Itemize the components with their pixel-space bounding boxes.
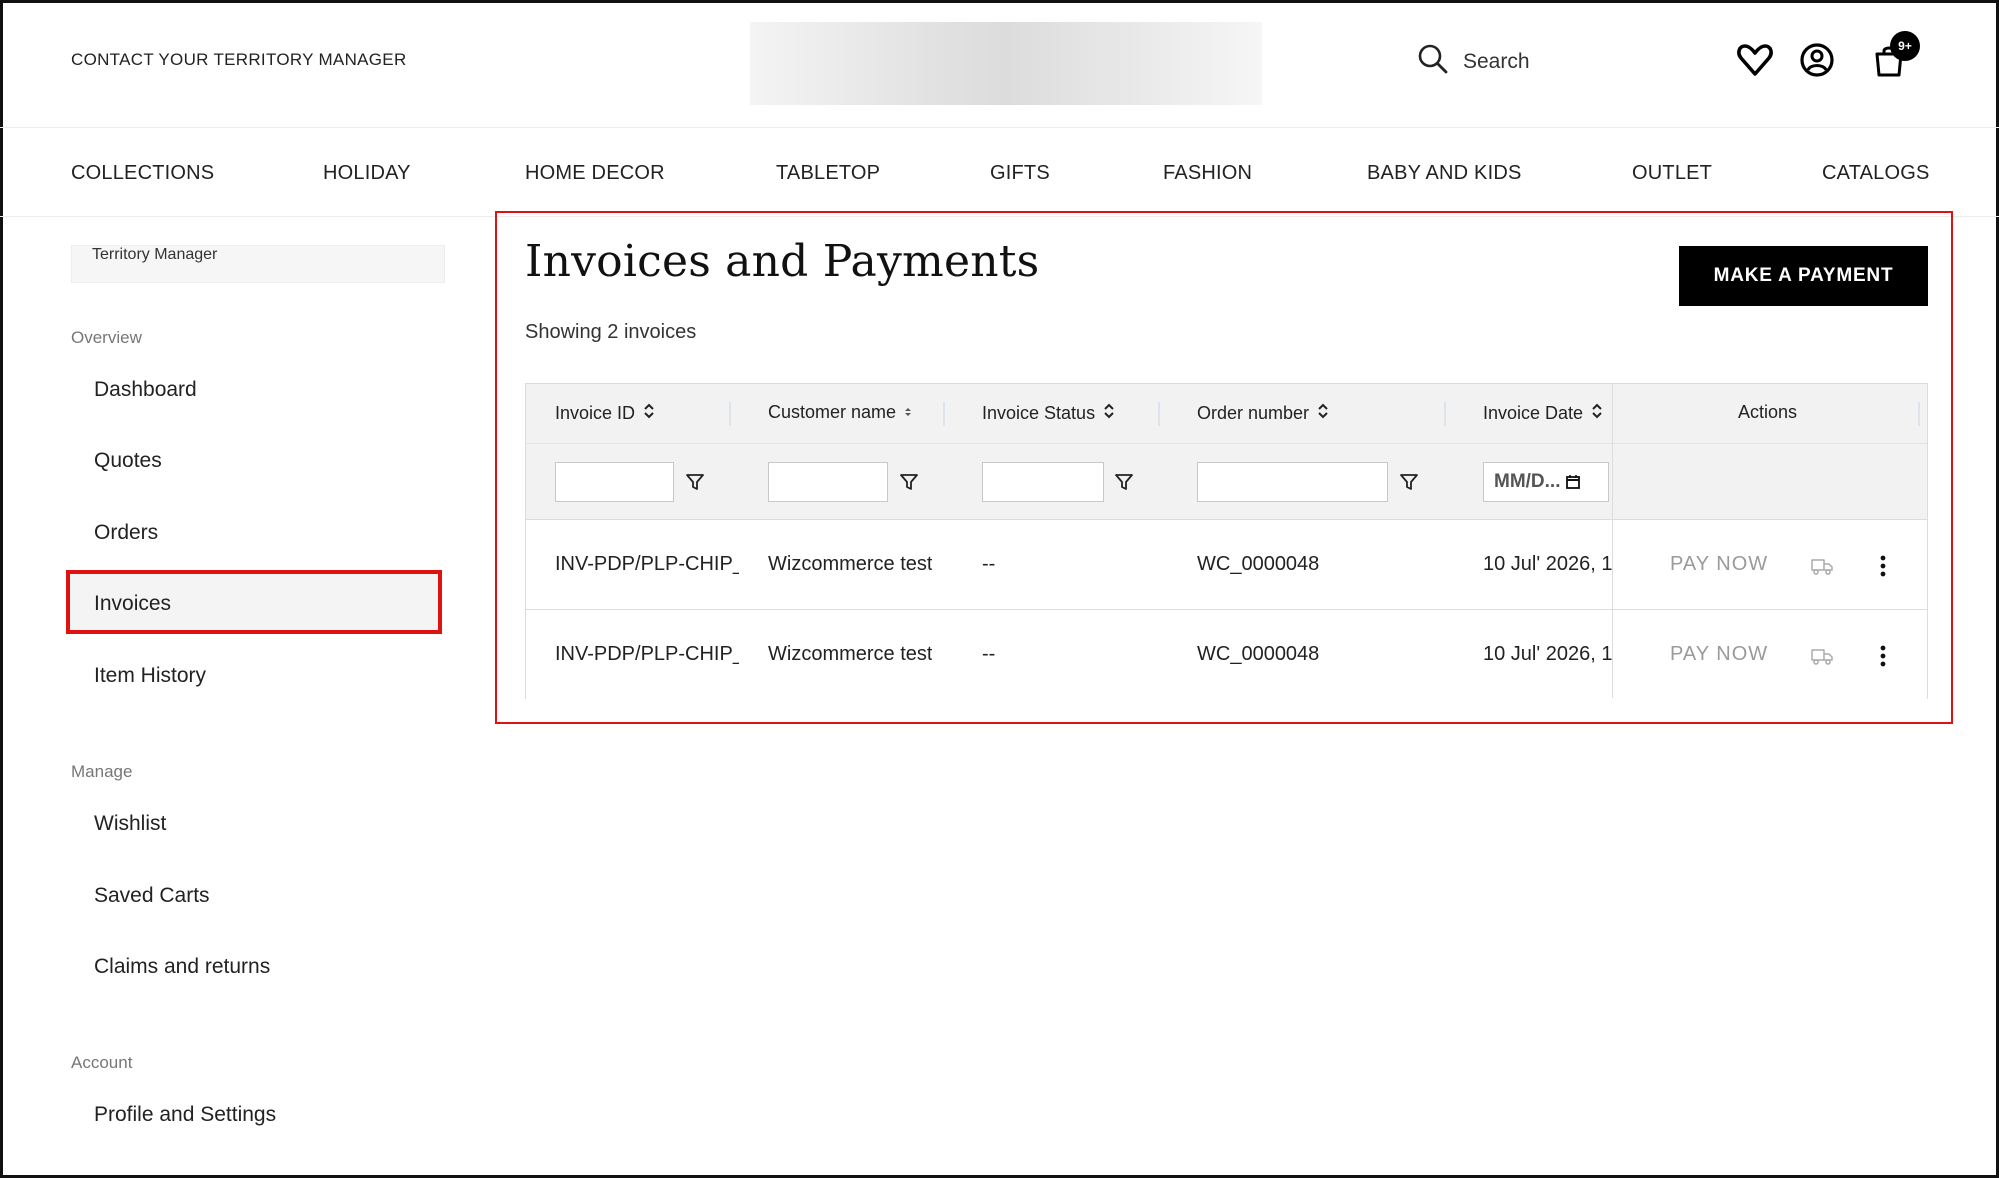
date-placeholder: MM/D... <box>1494 471 1561 492</box>
nav-baby-and-kids[interactable]: BABY AND KIDS <box>1367 162 1522 185</box>
nav-outlet[interactable]: OUTLET <box>1632 162 1712 185</box>
column-label: Invoice Date <box>1483 403 1584 423</box>
invoice-status-filter-input[interactable] <box>982 462 1104 502</box>
filter-icon[interactable] <box>1399 472 1419 492</box>
column-label: Invoice Status <box>982 403 1096 423</box>
column-label: Invoice ID <box>555 403 636 423</box>
column-divider <box>1444 402 1446 426</box>
order-number-filter-input[interactable] <box>1197 462 1388 502</box>
page-title: Invoices and Payments <box>525 236 1040 287</box>
order-number-cell[interactable]: WC_0000048 <box>1197 553 1319 576</box>
sidebar-section-overview: Overview <box>71 328 142 347</box>
column-divider <box>943 402 945 426</box>
search-button[interactable]: Search <box>1417 43 1530 80</box>
nav-gifts[interactable]: GIFTS <box>990 162 1050 185</box>
invoice-id-cell[interactable]: INV-PDP/PLP-CHIP_ <box>555 643 739 666</box>
invoices-table: Invoice ID Customer name Invoice Status … <box>525 383 1928 700</box>
sort-icon <box>1591 402 1603 425</box>
customer-name-cell: Wizcommerce test <box>768 643 933 665</box>
nav-home-decor[interactable]: HOME DECOR <box>525 162 665 185</box>
top-header: CONTACT YOUR TERRITORY MANAGER Search 9+ <box>0 0 1999 128</box>
make-payment-button[interactable]: MAKE A PAYMENT <box>1679 246 1928 306</box>
column-header-invoice-status[interactable]: Invoice Status <box>982 402 1115 425</box>
sort-icon <box>643 402 655 425</box>
territory-manager-card: Territory Manager <box>71 245 445 283</box>
invoice-id-cell[interactable]: INV-PDP/PLP-CHIP_ <box>555 553 739 576</box>
sidebar-item-item-history[interactable]: Item History <box>94 664 206 688</box>
invoice-date-cell: 10 Jul' 2026, 12 <box>1483 553 1612 575</box>
invoice-date-filter-input[interactable]: MM/D... <box>1483 462 1609 502</box>
actions-column-divider <box>1612 384 1927 698</box>
invoice-date-cell: 10 Jul' 2026, 12 <box>1483 643 1612 665</box>
invoice-status-cell: -- <box>982 553 996 575</box>
invoice-count-text: Showing 2 invoices <box>525 321 697 343</box>
sidebar-item-orders[interactable]: Orders <box>94 521 158 545</box>
sidebar-item-claims-and-returns[interactable]: Claims and returns <box>94 955 270 979</box>
customer-name-filter-input[interactable] <box>768 462 888 502</box>
filter-icon[interactable] <box>899 472 919 492</box>
cart-count-badge: 9+ <box>1890 31 1920 61</box>
user-icon[interactable] <box>1797 40 1837 80</box>
nav-collections[interactable]: COLLECTIONS <box>71 162 214 185</box>
invoice-status-cell: -- <box>982 643 996 665</box>
column-label: Order number <box>1197 403 1310 423</box>
nav-tabletop[interactable]: TABLETOP <box>776 162 880 185</box>
contact-territory-manager-link[interactable]: CONTACT YOUR TERRITORY MANAGER <box>71 50 407 70</box>
sidebar-item-wishlist[interactable]: Wishlist <box>94 812 166 836</box>
territory-manager-label: Territory Manager <box>92 246 218 263</box>
sidebar-section-account: Account <box>71 1053 133 1072</box>
search-icon <box>1417 43 1449 80</box>
sort-icon <box>1317 402 1329 425</box>
sidebar-item-invoices[interactable]: Invoices <box>94 592 171 616</box>
main-navigation: COLLECTIONS HOLIDAY HOME DECOR TABLETOP … <box>0 129 1999 217</box>
sort-icon <box>904 402 912 423</box>
calendar-icon[interactable] <box>1565 474 1581 490</box>
column-divider <box>1158 402 1160 426</box>
column-divider <box>729 402 731 426</box>
column-header-invoice-id[interactable]: Invoice ID <box>555 402 655 425</box>
sidebar-item-dashboard[interactable]: Dashboard <box>94 378 197 402</box>
sidebar-item-profile-and-settings[interactable]: Profile and Settings <box>94 1103 276 1127</box>
filter-icon[interactable] <box>1114 472 1134 492</box>
filter-icon[interactable] <box>685 472 705 492</box>
sidebar-item-saved-carts[interactable]: Saved Carts <box>94 884 210 908</box>
nav-holiday[interactable]: HOLIDAY <box>323 162 411 185</box>
column-label: Customer name <box>768 402 897 422</box>
sort-icon <box>1103 402 1115 425</box>
order-number-cell[interactable]: WC_0000048 <box>1197 643 1319 666</box>
customer-name-cell: Wizcommerce test <box>768 553 933 575</box>
nav-catalogs[interactable]: CATALOGS <box>1822 162 1930 185</box>
column-header-customer-name[interactable]: Customer name <box>768 402 912 423</box>
nav-fashion[interactable]: FASHION <box>1163 162 1252 185</box>
column-header-invoice-date[interactable]: Invoice Date <box>1483 402 1603 425</box>
invoice-id-filter-input[interactable] <box>555 462 674 502</box>
heart-icon[interactable] <box>1735 40 1775 80</box>
column-header-order-number[interactable]: Order number <box>1197 402 1329 425</box>
sidebar-item-quotes[interactable]: Quotes <box>94 449 162 473</box>
search-label: Search <box>1463 49 1530 73</box>
sidebar-section-manage: Manage <box>71 762 133 781</box>
brand-logo[interactable] <box>750 22 1262 105</box>
